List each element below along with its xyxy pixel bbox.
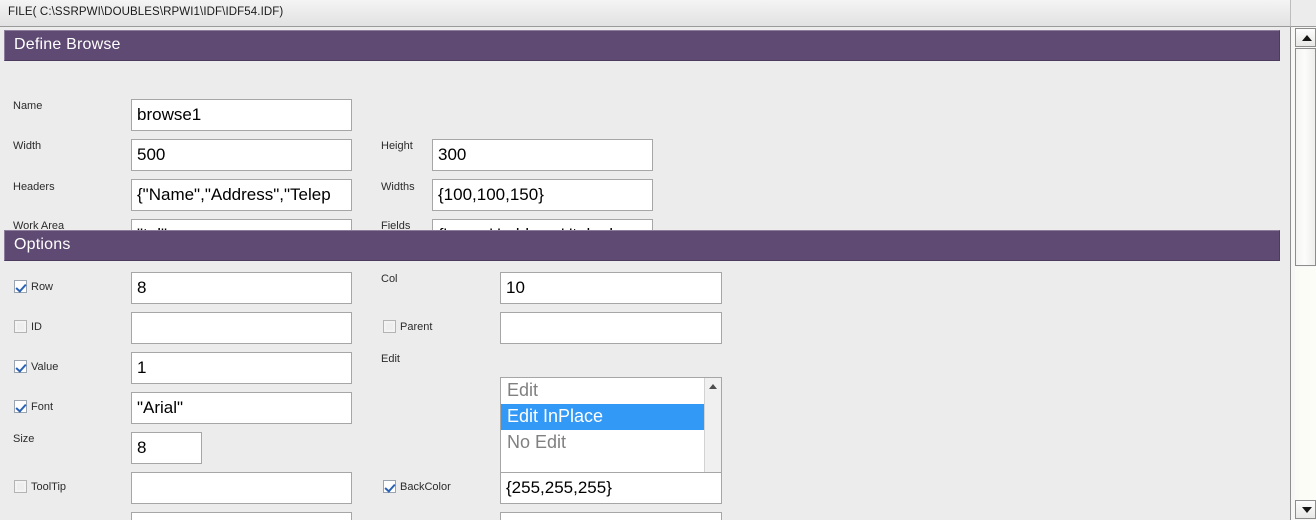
input-size[interactable]: 8 (131, 432, 202, 464)
input-row[interactable]: 8 (131, 272, 352, 304)
label-value: Value (31, 361, 59, 373)
label-font: Font (31, 401, 54, 413)
define-browse-dialog: FILE( C:\SSRPWI\DOUBLES\RPWI1\IDF\IDF54.… (0, 0, 1316, 520)
input-next-row-left[interactable] (131, 512, 352, 520)
listbox-option-edit[interactable]: Edit (501, 378, 721, 404)
scrollbar-corner (1290, 0, 1316, 27)
file-path-text: FILE( C:\SSRPWI\DOUBLES\RPWI1\IDF\IDF54.… (8, 6, 284, 18)
checkbox-backcolor[interactable] (383, 480, 396, 493)
file-path-bar: FILE( C:\SSRPWI\DOUBLES\RPWI1\IDF\IDF54.… (0, 0, 1316, 27)
main-vertical-scrollbar[interactable] (1290, 27, 1316, 520)
label-id: ID (31, 321, 42, 333)
scroll-down-button[interactable] (1295, 500, 1316, 519)
form-viewport: Define Browse Name browse1 Width 500 Hei… (0, 27, 1290, 520)
input-name[interactable]: browse1 (131, 99, 352, 131)
label-tooltip: ToolTip (31, 481, 67, 493)
scrollbar-track[interactable] (1295, 267, 1316, 500)
label-width: Width (13, 140, 42, 152)
label-col: Col (381, 273, 398, 285)
listbox-scrollbar[interactable] (704, 378, 721, 487)
scroll-up-button[interactable] (1295, 28, 1316, 47)
label-row: Row (31, 281, 54, 293)
input-font[interactable]: "Arial" (131, 392, 352, 424)
label-backcolor: BackColor (400, 481, 451, 493)
checkbox-value[interactable] (14, 360, 27, 373)
input-value[interactable]: 1 (131, 352, 352, 384)
checkbox-parent[interactable] (383, 320, 396, 333)
input-next-row-right[interactable] (500, 512, 722, 520)
label-parent: Parent (400, 321, 433, 333)
listbox-scroll-up-icon[interactable] (705, 378, 721, 395)
input-id[interactable] (131, 312, 352, 344)
checkbox-row[interactable] (14, 280, 27, 293)
label-height: Height (381, 140, 413, 152)
section-header-options: Options (4, 230, 1280, 261)
label-size: Size (13, 433, 35, 445)
input-backcolor[interactable]: {255,255,255} (500, 472, 722, 504)
input-parent[interactable] (500, 312, 722, 344)
input-width[interactable]: 500 (131, 139, 352, 171)
section-title-define-browse: Define Browse (14, 36, 121, 53)
label-edit: Edit (381, 353, 400, 365)
checkbox-id[interactable] (14, 320, 27, 333)
checkbox-tooltip[interactable] (14, 480, 27, 493)
section-title-options: Options (14, 236, 71, 253)
listbox-option-no-edit[interactable]: No Edit (501, 430, 721, 456)
label-name: Name (13, 100, 43, 112)
input-tooltip[interactable] (131, 472, 352, 504)
label-headers: Headers (13, 181, 55, 193)
scrollbar-thumb[interactable] (1295, 48, 1316, 266)
input-col[interactable]: 10 (500, 272, 722, 304)
input-height[interactable]: 300 (432, 139, 653, 171)
listbox-option-edit-inplace[interactable]: Edit InPlace (501, 404, 721, 430)
input-headers[interactable]: {"Name","Address","Telep (131, 179, 352, 211)
input-widths[interactable]: {100,100,150} (432, 179, 653, 211)
section-header-define-browse: Define Browse (4, 30, 1280, 61)
label-widths: Widths (381, 181, 415, 193)
checkbox-font[interactable] (14, 400, 27, 413)
